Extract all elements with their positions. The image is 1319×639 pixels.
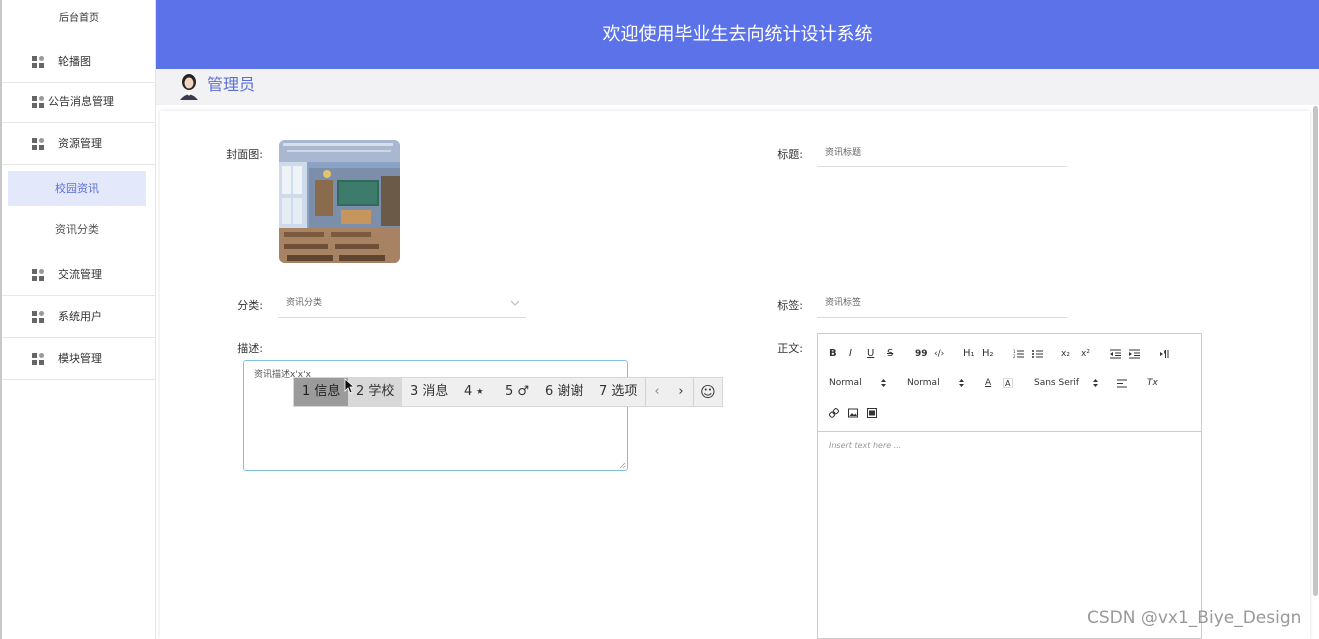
select-arrows-icon — [1093, 379, 1098, 387]
indent-icon[interactable] — [1129, 349, 1140, 359]
underline-button[interactable]: U — [867, 347, 874, 361]
menu-icon — [32, 353, 44, 365]
strike-button[interactable]: S — [887, 347, 893, 361]
category-select[interactable]: 资讯分类 — [278, 290, 526, 318]
mouse-cursor-icon — [344, 378, 354, 394]
ime-candidate-7[interactable]: 7 选项 — [591, 378, 645, 406]
ime-candidate-6[interactable]: 6 谢谢 — [537, 378, 591, 406]
cover-image[interactable] — [279, 140, 400, 263]
header-bar: 欢迎使用毕业生去向统计设计系统 — [156, 0, 1319, 69]
resize-handle-icon[interactable] — [619, 462, 626, 469]
user-bar: 管理员 — [156, 69, 1319, 105]
superscript-button[interactable]: x² — [1081, 347, 1090, 361]
chevron-down-icon — [510, 300, 520, 306]
ordered-list-icon[interactable]: 12 — [1013, 349, 1024, 359]
svg-text:A: A — [1005, 379, 1011, 388]
ime-candidate-3[interactable]: 3 消息 — [402, 378, 456, 406]
scrollbar-thumb[interactable] — [1313, 106, 1318, 596]
sidebar-item-resource[interactable]: 资源管理 — [2, 123, 156, 165]
link-icon[interactable] — [829, 408, 839, 418]
outdent-icon[interactable] — [1110, 349, 1121, 359]
menu-icon — [32, 56, 44, 68]
body-label: 正文: — [777, 342, 803, 355]
sidebar: 后台首页 轮播图 公告消息管理 资源管理 校园资讯 资讯分类 交流管理 系统用户… — [0, 0, 156, 639]
sidebar-sub-news-category[interactable]: 资讯分类 — [8, 212, 146, 247]
code-button[interactable]: ‹/› — [934, 347, 944, 361]
align-icon[interactable] — [1117, 379, 1127, 388]
title-label: 标题: — [777, 148, 803, 161]
emoji-icon[interactable]: ☺ — [695, 378, 721, 406]
desc-label: 描述: — [237, 342, 263, 355]
bold-button[interactable]: B — [829, 347, 837, 361]
clean-format-button[interactable]: Tx — [1147, 376, 1158, 390]
sidebar-item-carousel[interactable]: 轮播图 — [2, 41, 156, 83]
ime-candidate-5[interactable]: 5 ♂ — [497, 378, 537, 406]
text-color-button[interactable]: A — [985, 376, 991, 390]
subscript-button[interactable]: x₂ — [1061, 347, 1070, 361]
text-direction-icon[interactable] — [1160, 349, 1170, 359]
title-input[interactable]: 资讯标题 — [817, 140, 1067, 167]
watermark-text: CSDN @vx1_Biye_Design — [1087, 608, 1302, 628]
scrollbar[interactable] — [1312, 106, 1319, 596]
sidebar-item-label: 交流管理 — [58, 268, 102, 281]
category-label: 分类: — [237, 299, 263, 312]
size-select[interactable]: Normal — [829, 376, 862, 390]
editor-placeholder[interactable]: Insert text here ... — [829, 441, 901, 450]
menu-icon — [32, 269, 44, 281]
video-icon[interactable] — [867, 408, 877, 418]
ime-candidate-4[interactable]: 4 ⭑ — [456, 378, 491, 406]
blockquote-button[interactable]: 99 — [915, 347, 928, 361]
ime-candidate-2[interactable]: 2 学校 — [348, 378, 402, 406]
select-arrows-icon — [959, 379, 964, 387]
sidebar-item-label: 模块管理 — [58, 352, 102, 365]
avatar[interactable] — [178, 72, 200, 100]
sidebar-item-label: 公告消息管理 — [48, 95, 114, 108]
bullet-list-icon[interactable] — [1032, 349, 1043, 359]
classroom-image — [279, 140, 400, 263]
sidebar-item-system-users[interactable]: 系统用户 — [2, 296, 156, 338]
tag-input[interactable]: 资讯标签 — [817, 290, 1067, 318]
ime-separator — [693, 378, 694, 406]
font-select[interactable]: Sans Serif — [1034, 376, 1079, 390]
rich-text-editor: B I U S 99 ‹/› H₁ H₂ 12 x₂ x² Normal Nor… — [817, 333, 1202, 639]
ime-next-icon[interactable]: › — [669, 378, 693, 406]
page-title: 欢迎使用毕业生去向统计设计系统 — [602, 24, 873, 45]
italic-button[interactable]: I — [849, 347, 852, 361]
menu-icon — [32, 138, 44, 150]
sidebar-item-label: 系统用户 — [58, 310, 102, 323]
sidebar-item-label: 轮播图 — [58, 55, 91, 68]
header-select[interactable]: Normal — [907, 376, 940, 390]
ime-candidate-1[interactable]: 1 信息 — [294, 378, 348, 406]
h2-button[interactable]: H₂ — [982, 347, 994, 361]
sidebar-item-label: 资源管理 — [58, 137, 102, 150]
background-color-icon[interactable]: A — [1003, 378, 1013, 388]
sidebar-item-modules[interactable]: 模块管理 — [2, 338, 156, 380]
menu-icon — [32, 311, 44, 323]
sidebar-item-exchange[interactable]: 交流管理 — [2, 254, 156, 296]
ime-candidate-bar: 1 信息 2 学校 3 消息 4 ⭑ 5 ♂ 6 谢谢 7 选项 ‹ › ☺ — [293, 377, 723, 407]
sidebar-sub-campus-news[interactable]: 校园资讯 — [8, 171, 146, 206]
image-icon[interactable] — [848, 408, 858, 418]
user-name[interactable]: 管理员 — [207, 69, 255, 101]
tag-label: 标签: — [777, 299, 803, 312]
sidebar-item-notice[interactable]: 公告消息管理 — [2, 81, 156, 123]
menu-icon — [32, 96, 44, 108]
sidebar-home[interactable]: 后台首页 — [2, 0, 156, 38]
category-value: 资讯分类 — [286, 298, 323, 308]
ime-prev-icon[interactable]: ‹ — [645, 378, 669, 406]
editor-toolbar: B I U S 99 ‹/› H₁ H₂ 12 x₂ x² Normal Nor… — [818, 334, 1201, 432]
cover-label: 封面图: — [226, 148, 263, 161]
select-arrows-icon — [881, 379, 886, 387]
svg-text:2: 2 — [1013, 354, 1016, 359]
h1-button[interactable]: H₁ — [963, 347, 975, 361]
